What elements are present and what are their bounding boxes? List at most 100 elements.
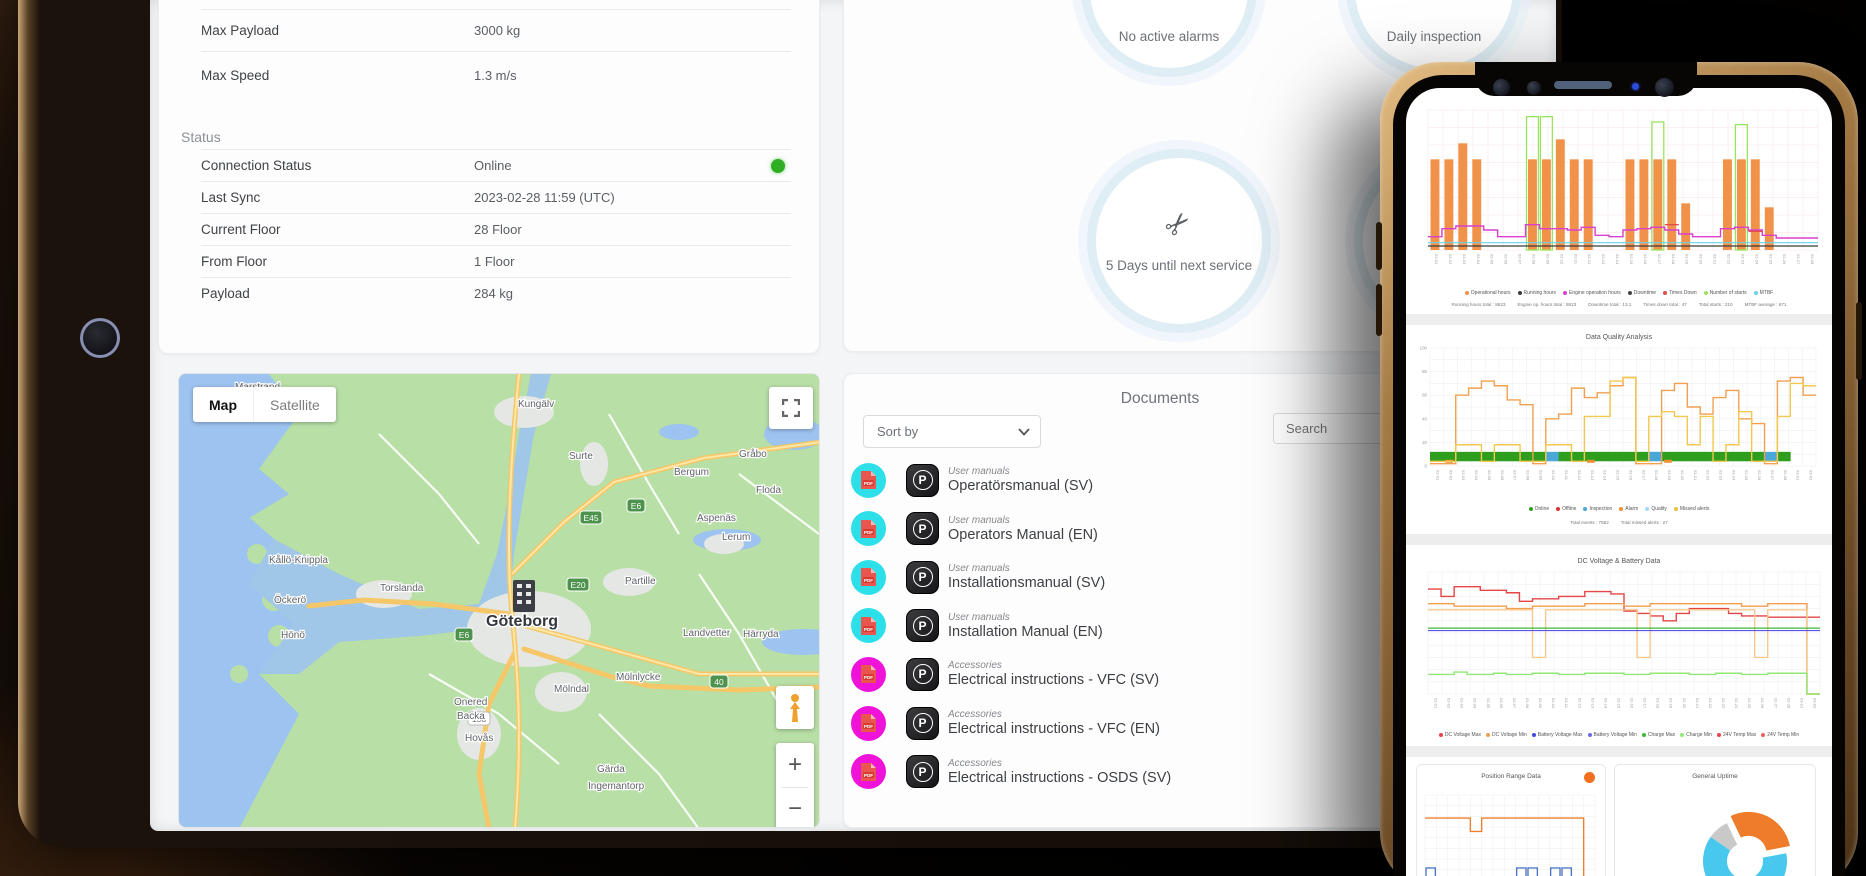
pegman-icon: [787, 693, 803, 723]
chart-stats: Total events : 7562 Total missed alerts :…: [1406, 520, 1832, 525]
map-canvas: E45E20E6E640158 MarstrandKungälvSurteBer…: [179, 374, 820, 828]
widget-no-active-alarms[interactable]: No active alarms: [1081, 0, 1257, 77]
legend-item: Offline: [1556, 506, 1576, 512]
document-title: Electrical instructions - VFC (EN): [948, 721, 1160, 737]
svg-text:02-21: 02-21: [1713, 254, 1718, 265]
document-category-badge: PDF: [851, 560, 886, 595]
svg-text:02-03: 02-03: [1462, 254, 1467, 265]
voltage-battery-chart: 02-0102-0202-0302-0402-0502-0602-0702-08…: [1414, 568, 1824, 730]
svg-text:02-02: 02-02: [1448, 470, 1453, 481]
satellite-button[interactable]: Satellite: [253, 387, 336, 422]
donut-segment: [1731, 812, 1790, 851]
svg-text:PDF: PDF: [864, 772, 873, 777]
pegman-control[interactable]: [776, 686, 814, 729]
zoom-out-button[interactable]: −: [776, 788, 814, 829]
document-title: Operatörsmanual (SV): [948, 478, 1093, 494]
svg-text:02-03: 02-03: [1460, 698, 1465, 709]
map-button[interactable]: Map: [193, 387, 253, 422]
city-marker-building: [513, 580, 535, 612]
document-title: Electrical instructions - VFC (SV): [948, 672, 1159, 688]
map-place-label: Onered: [454, 697, 487, 708]
stat-item: Total events : 7562: [1570, 520, 1609, 525]
svg-text:02-09: 02-09: [1538, 698, 1543, 709]
map-place-label: Floda: [756, 485, 781, 496]
svg-text:02-22: 02-22: [1706, 470, 1711, 481]
svg-text:02-16: 02-16: [1643, 254, 1648, 265]
legend-item: 24V Temp Min: [1761, 732, 1799, 738]
pdf-app-icon: P: [906, 707, 939, 740]
pdf-file-icon: PDF: [860, 762, 877, 782]
legend-item: Battery Voltage Min: [1588, 732, 1637, 738]
position-card-title: Position Range Data: [1417, 773, 1605, 780]
svg-text:02-28: 02-28: [1810, 254, 1815, 265]
svg-text:02-22: 02-22: [1708, 698, 1713, 709]
legend-item: Alarm: [1619, 506, 1638, 512]
legend-item: Missed alerts: [1674, 506, 1709, 512]
spec-label: Connection Status: [201, 158, 474, 173]
document-category-badge: PDF: [851, 511, 886, 546]
svg-text:02-15: 02-15: [1616, 698, 1621, 709]
svg-text:02-26: 02-26: [1760, 698, 1765, 709]
location-map[interactable]: E45E20E6E640158 MarstrandKungälvSurteBer…: [178, 373, 820, 828]
svg-text:02-01: 02-01: [1435, 470, 1440, 481]
legend-item: Inspection: [1583, 506, 1612, 512]
legend-item: Downtime: [1628, 290, 1656, 296]
svg-text:PDF: PDF: [864, 481, 873, 486]
svg-text:E6: E6: [459, 630, 470, 640]
map-place-label: Surte: [569, 451, 593, 462]
svg-text:40: 40: [1422, 416, 1427, 421]
svg-text:E45: E45: [583, 513, 598, 523]
svg-text:02-14: 02-14: [1603, 698, 1608, 709]
svg-text:02-07: 02-07: [1513, 470, 1518, 481]
spec-label: Current Floor: [201, 222, 474, 237]
pdf-app-icon: P: [906, 561, 939, 594]
tablet-dashboard: Max Payload 3000 kgMax Speed 1.3 m/sConn…: [150, 0, 1556, 831]
map-zoom-control: + −: [776, 743, 814, 828]
notification-led: [1632, 83, 1639, 90]
spec-value: 284 kg: [474, 286, 791, 301]
zoom-in-button[interactable]: +: [776, 743, 814, 787]
spec-row: From Floor 1 Floor: [201, 245, 791, 277]
svg-text:02-12: 02-12: [1587, 254, 1592, 265]
pdf-app-icon: P: [906, 658, 939, 691]
svg-text:02-28: 02-28: [1783, 470, 1788, 481]
pdf-file-icon: PDF: [860, 664, 877, 684]
sort-by-dropdown[interactable]: Sort by: [863, 415, 1041, 448]
svg-text:02-23: 02-23: [1719, 470, 1724, 481]
pdf-app-icon: P: [906, 755, 939, 788]
chart-legend: Operational hoursRunning hoursEngine ope…: [1406, 290, 1832, 296]
svg-text:02-09: 02-09: [1538, 470, 1543, 481]
document-category: User manuals: [948, 515, 1098, 526]
svg-text:02-24: 02-24: [1731, 470, 1736, 481]
svg-text:02-21: 02-21: [1693, 470, 1698, 481]
map-place-label: Torslanda: [380, 583, 424, 594]
svg-text:02-17: 02-17: [1643, 698, 1648, 709]
spec-row: Current Floor 28 Floor: [201, 213, 791, 245]
svg-text:02-16: 02-16: [1628, 470, 1633, 481]
stat-item: Total starts : 210: [1699, 302, 1733, 307]
chart-stats: Running hours total : 8623Engine op. hou…: [1406, 302, 1832, 307]
svg-text:02-24: 02-24: [1734, 698, 1739, 709]
document-category-badge: PDF: [851, 657, 886, 692]
fullscreen-button[interactable]: [769, 387, 813, 429]
position-chart: [1421, 789, 1601, 876]
spec-value: 28 Floor: [474, 222, 791, 237]
widget-label: 5 Days until next service: [1104, 256, 1254, 276]
legend-item: Charge Max: [1642, 732, 1675, 738]
svg-text:02-07: 02-07: [1512, 698, 1517, 709]
stat-item: Total missed alerts : 27: [1621, 520, 1668, 525]
svg-text:02-18: 02-18: [1654, 470, 1659, 481]
svg-text:02-22: 02-22: [1726, 254, 1731, 265]
widget-next-service[interactable]: ✂ 5 Days until next service: [1087, 149, 1271, 333]
svg-text:02-01: 02-01: [1434, 254, 1439, 265]
map-place-label: Partille: [625, 576, 656, 587]
spec-label: Payload: [201, 286, 474, 301]
legend-item: Times Down: [1663, 290, 1697, 296]
spec-value: 1.3 m/s: [474, 68, 791, 83]
pdf-file-icon: PDF: [860, 519, 877, 539]
svg-text:03-02: 03-02: [1809, 470, 1814, 481]
legend-item: Battery Voltage Max: [1532, 732, 1583, 738]
chart-legend: OnlineOfflineInspectionAlarmQualityMisse…: [1406, 506, 1832, 512]
svg-text:02-06: 02-06: [1500, 470, 1505, 481]
equipment-spec-card: Max Payload 3000 kgMax Speed 1.3 m/sConn…: [158, 0, 820, 354]
